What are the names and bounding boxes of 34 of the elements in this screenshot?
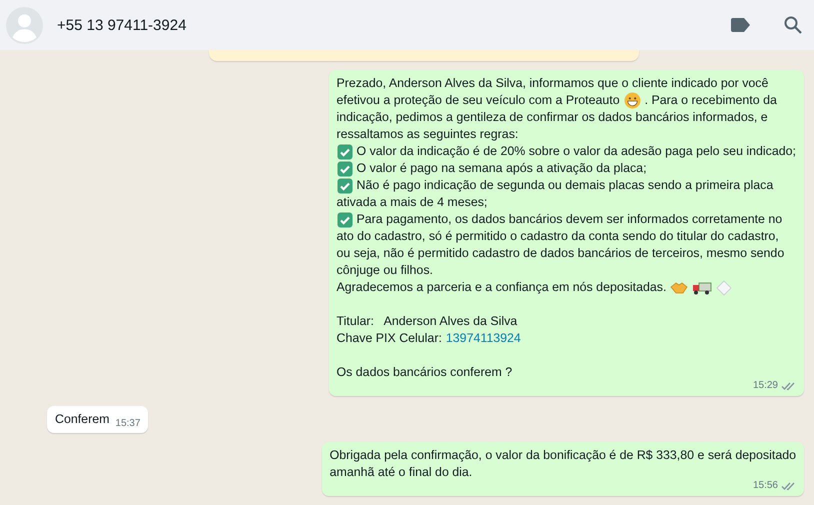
check-icon — [336, 212, 353, 228]
message-text: ressaltamos as seguintes regras: — [336, 126, 518, 143]
message-text: O valor é pago na semana após a ativação da placa; — [356, 160, 647, 177]
message-text: Conferem — [55, 411, 110, 428]
message-text: . Para o recebimento da — [644, 92, 777, 109]
check-icon — [336, 160, 353, 176]
label-icon[interactable] — [731, 18, 750, 32]
diamond-icon — [716, 280, 732, 296]
contact-name[interactable]: +55 13 97411-3924 — [57, 16, 717, 34]
message-text: Agradecemos a parceria e a confiança em nós depositadas. — [336, 279, 666, 296]
message-text: efetivou a proteção de seu veículo com a Proteauto — [336, 92, 620, 109]
message-text: amanhã até o final do dia. — [330, 464, 472, 481]
phone-link[interactable]: 13974113924 — [446, 330, 521, 347]
message-text: Para pagamento, os dados bancários devem ser informados corretamente no — [356, 211, 782, 228]
message-text: Titular: Anderson Alves da Silva — [336, 313, 518, 330]
message-text: ou seja, não é permitido cadastro de dados bancários de terceiros, mesmo sendo — [336, 245, 784, 262]
check-icon — [336, 178, 353, 194]
smiley-icon — [624, 92, 641, 109]
message-time: 15:56 — [752, 479, 778, 493]
check-icon — [336, 144, 353, 160]
message-text: O valor da indicação é de 20% sobre o valor da adesão paga pelo seu indicado; — [356, 143, 796, 160]
message-text: ativada a mais de 4 meses; — [336, 194, 488, 211]
message-text: Prezado, Anderson Alves da Silva, informamos que o cliente indicado por você — [336, 75, 768, 92]
message-text: indicação, pedimos a gentileza de confirmar os dados bancários informados, e — [336, 109, 768, 126]
message-text: Os dados bancários conferem ? — [336, 364, 512, 381]
message-text: ato do cadastro, só é permitido o cadastro da conta sendo do titular do cadastro, — [336, 228, 779, 245]
truck-icon — [692, 280, 712, 296]
message-text: cônjuge ou filhos. — [336, 262, 433, 279]
message-time: 15:37 — [115, 417, 140, 431]
message-time: 15:29 — [752, 379, 778, 393]
message-text: Obrigada pela confirmação, o valor da bonificação é de R$ 333,80 e será depositado — [330, 447, 796, 464]
search-icon[interactable] — [784, 16, 802, 34]
message-text: Não é pago indicação de segunda ou demais placas sendo a primeira placa — [356, 177, 774, 194]
message-text: Chave PIX Celular: — [336, 330, 442, 347]
